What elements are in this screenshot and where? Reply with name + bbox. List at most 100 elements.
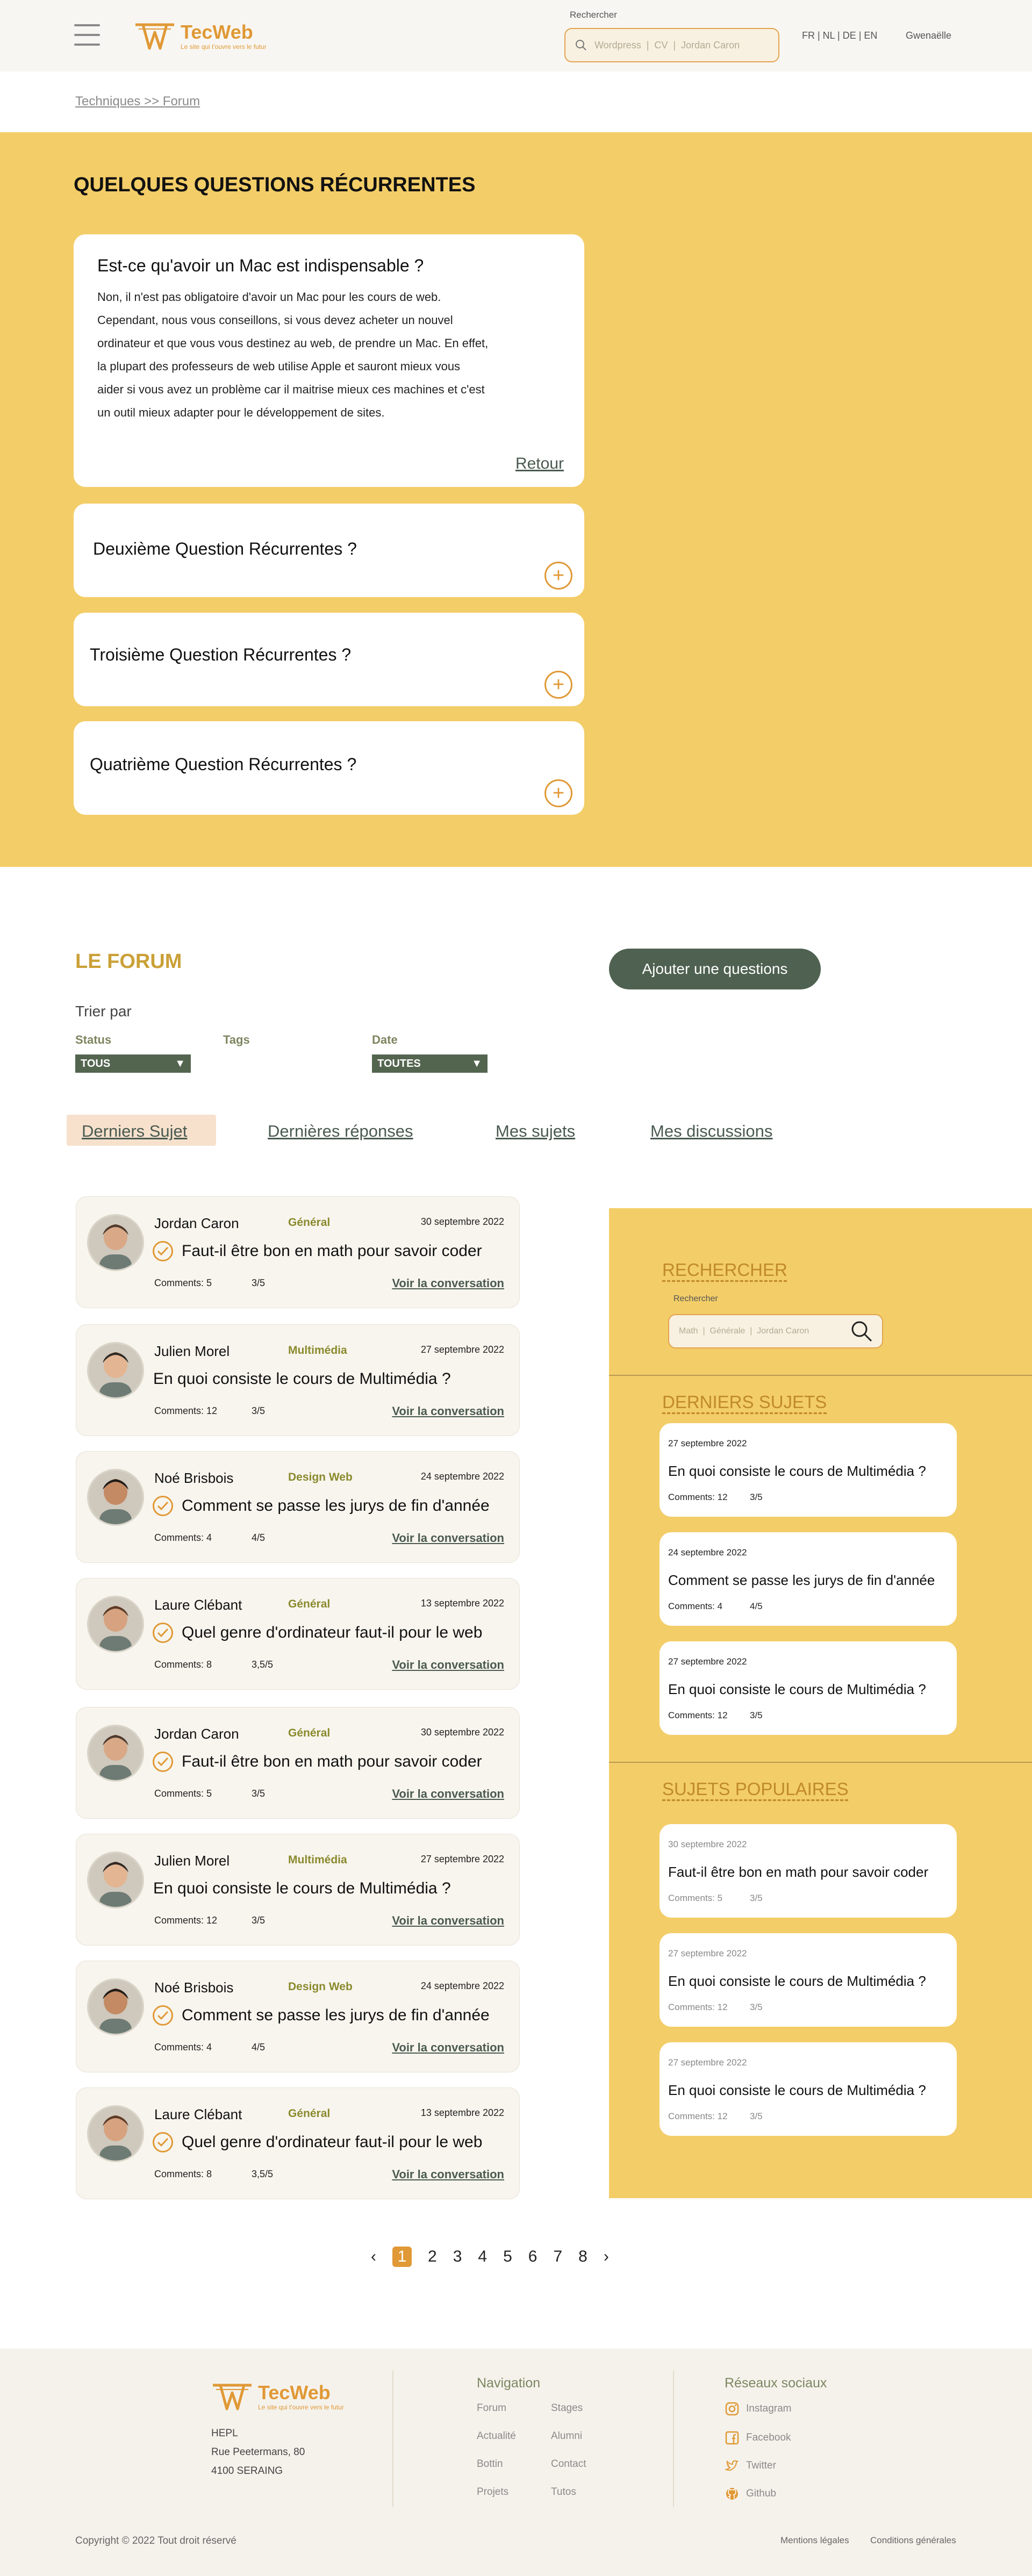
faq-open-answer: Non, il n'est pas obligatoire d'avoir un… — [97, 290, 489, 419]
footer-logo[interactable]: TecWeb Le site qui t'ouvre vers le futur — [211, 2382, 344, 2412]
topic-comments: Comments: 4 — [154, 2042, 212, 2053]
tab-my-topics[interactable]: Mes sujets — [496, 1122, 575, 1141]
status-select[interactable]: TOUS ▼ — [75, 1054, 191, 1073]
search-icon[interactable] — [850, 1319, 873, 1343]
view-conversation-link[interactable]: Voir la conversation — [392, 2041, 504, 2055]
topic-rating: 4/5 — [252, 2042, 266, 2053]
faq-card[interactable]: Troisième Question Récurrentes ? + — [74, 613, 584, 706]
sidebar-search-input[interactable] — [679, 1326, 840, 1336]
faq-open-question: Est-ce qu'avoir un Mac est indispensable… — [97, 256, 424, 275]
topic-category: Général — [288, 1598, 331, 1610]
footer-nav-link[interactable]: Forum — [477, 2402, 506, 2414]
faq-card[interactable]: Deuxième Question Récurrentes ? + — [74, 504, 584, 597]
topic-rating: 3,5/5 — [252, 1659, 274, 1670]
date-select[interactable]: TOUTES ▼ — [372, 1054, 488, 1073]
topic-card[interactable]: Laure Clébant Général 13 septembre 2022 Que… — [76, 1578, 520, 1690]
topic-comments: Comments: 8 — [154, 2169, 212, 2179]
topic-card[interactable]: Julien Morel Multimédia 27 septembre 2022 E… — [76, 1834, 520, 1946]
resolved-check-icon — [153, 2132, 173, 2152]
topic-card[interactable]: Noé Brisbois Design Web 24 septembre 2022 C… — [76, 1961, 520, 2072]
card-title: En quoi consiste le cours de Multimédia … — [668, 1463, 926, 1479]
avatar — [87, 2105, 144, 2162]
site-logo[interactable]: TecWeb Le site qui t'ouvre vers le futur — [133, 21, 267, 52]
latest-topic-card[interactable]: 27 septembre 2022 En quoi consiste le cou… — [660, 1423, 957, 1517]
page-number[interactable]: 5 — [503, 2248, 512, 2266]
topic-title: Quel genre d'ordinateur faut-il pour le … — [182, 2133, 483, 2151]
status-filter-label: Status — [75, 1033, 112, 1046]
topic-comments: Comments: 12 — [154, 1915, 218, 1926]
footer-nav-link[interactable]: Alumni — [551, 2430, 582, 2442]
tab-latest-topics[interactable]: Derniers Sujet — [82, 1122, 187, 1141]
topic-card[interactable]: Noé Brisbois Design Web 24 septembre 2022 C… — [76, 1451, 520, 1563]
view-conversation-link[interactable]: Voir la conversation — [392, 1276, 504, 1290]
topic-card[interactable]: Laure Clébant Général 13 septembre 2022 Que… — [76, 2087, 520, 2199]
topic-author: Laure Clébant — [154, 1597, 242, 1613]
card-rating: 3/5 — [750, 1492, 763, 1502]
latest-topic-card[interactable]: 27 septembre 2022 En quoi consiste le cou… — [660, 1641, 957, 1735]
view-conversation-link[interactable]: Voir la conversation — [392, 1531, 504, 1545]
footer-nav-link[interactable]: Bottin — [477, 2458, 503, 2470]
expand-plus-icon[interactable]: + — [544, 671, 572, 699]
faq-back-link[interactable]: Retour — [515, 455, 564, 473]
page-number[interactable]: 1 — [392, 2247, 412, 2267]
footer-nav-link[interactable]: Projets — [477, 2486, 508, 2498]
next-page-icon[interactable]: › — [604, 2248, 609, 2266]
latest-topic-card[interactable]: 24 septembre 2022 Comment se passe les ju… — [660, 1532, 957, 1626]
tab-latest-replies[interactable]: Dernières réponses — [268, 1122, 413, 1141]
footer-nav-link[interactable]: Contact — [551, 2458, 586, 2470]
search-input[interactable] — [594, 39, 766, 51]
footer-nav-link[interactable]: Actualité — [477, 2430, 516, 2442]
add-question-button[interactable]: Ajouter une questions — [609, 949, 821, 989]
resolved-check-icon — [153, 1496, 173, 1516]
card-title: Comment se passe les jurys de fin d'anné… — [668, 1572, 935, 1588]
breadcrumb[interactable]: Techniques >> Forum — [75, 94, 200, 109]
social-link[interactable]: Twitter — [723, 2457, 776, 2474]
popular-topic-card[interactable]: 27 septembre 2022 En quoi consiste le cou… — [660, 2042, 957, 2136]
menu-icon[interactable] — [74, 24, 100, 46]
social-link[interactable]: Instagram — [723, 2400, 791, 2417]
popular-topic-card[interactable]: 27 septembre 2022 En quoi consiste le cou… — [660, 1933, 957, 2027]
topic-title: En quoi consiste le cours de Multimédia … — [153, 1879, 451, 1897]
topic-title: Comment se passe les jurys de fin d'anné… — [182, 2006, 490, 2024]
faq-card-open: Est-ce qu'avoir un Mac est indispensable… — [74, 234, 584, 487]
topic-category: Général — [288, 1216, 331, 1229]
page-number[interactable]: 6 — [528, 2248, 538, 2266]
expand-plus-icon[interactable]: + — [544, 779, 572, 807]
footer-nav-link[interactable]: Tutos — [551, 2486, 576, 2498]
language-switcher[interactable]: FR | NL | DE | EN — [802, 30, 877, 41]
faq-question: Troisième Question Récurrentes ? — [90, 645, 352, 664]
prev-page-icon[interactable]: ‹ — [371, 2248, 376, 2266]
page-number[interactable]: 7 — [553, 2248, 562, 2266]
topic-card[interactable]: Jordan Caron Général 30 septembre 2022 Faut… — [76, 1707, 520, 1819]
topic-date: 30 septembre 2022 — [420, 1216, 504, 1227]
social-link[interactable]: Github — [723, 2485, 776, 2502]
expand-plus-icon[interactable]: + — [544, 562, 572, 590]
topic-card[interactable]: Jordan Caron Général 30 septembre 2022 Faut… — [76, 1196, 520, 1308]
terms-link[interactable]: Conditions générales — [870, 2535, 956, 2546]
page-number[interactable]: 3 — [453, 2248, 462, 2266]
card-rating: 3/5 — [750, 2111, 763, 2121]
page-number[interactable]: 8 — [578, 2248, 587, 2266]
page-number[interactable]: 4 — [478, 2248, 487, 2266]
social-label: Twitter — [746, 2460, 776, 2471]
view-conversation-link[interactable]: Voir la conversation — [392, 2168, 504, 2182]
footer-nav-link[interactable]: Stages — [551, 2402, 583, 2414]
tab-my-discussions[interactable]: Mes discussions — [650, 1122, 772, 1141]
user-name[interactable]: Gwenaëlle — [906, 30, 951, 41]
topic-card[interactable]: Julien Morel Multimédia 27 septembre 2022 E… — [76, 1324, 520, 1436]
page-number[interactable]: 2 — [428, 2248, 437, 2266]
topic-date: 13 septembre 2022 — [420, 2107, 504, 2118]
topic-comments: Comments: 4 — [154, 1532, 212, 1543]
view-conversation-link[interactable]: Voir la conversation — [392, 1658, 504, 1672]
view-conversation-link[interactable]: Voir la conversation — [392, 1787, 504, 1801]
view-conversation-link[interactable]: Voir la conversation — [392, 1914, 504, 1928]
faq-card[interactable]: Quatrième Question Récurrentes ? + — [74, 721, 584, 815]
footer-divider — [392, 2370, 393, 2507]
social-link[interactable]: Facebook — [723, 2429, 791, 2446]
popular-topic-card[interactable]: 30 septembre 2022 Faut-il être bon en mat… — [660, 1824, 957, 1918]
topic-date: 13 septembre 2022 — [420, 1598, 504, 1609]
view-conversation-link[interactable]: Voir la conversation — [392, 1404, 504, 1418]
social-label: Github — [746, 2488, 776, 2499]
legal-notice-link[interactable]: Mentions légales — [780, 2535, 849, 2546]
address-line: 4100 SERAING — [211, 2465, 283, 2477]
